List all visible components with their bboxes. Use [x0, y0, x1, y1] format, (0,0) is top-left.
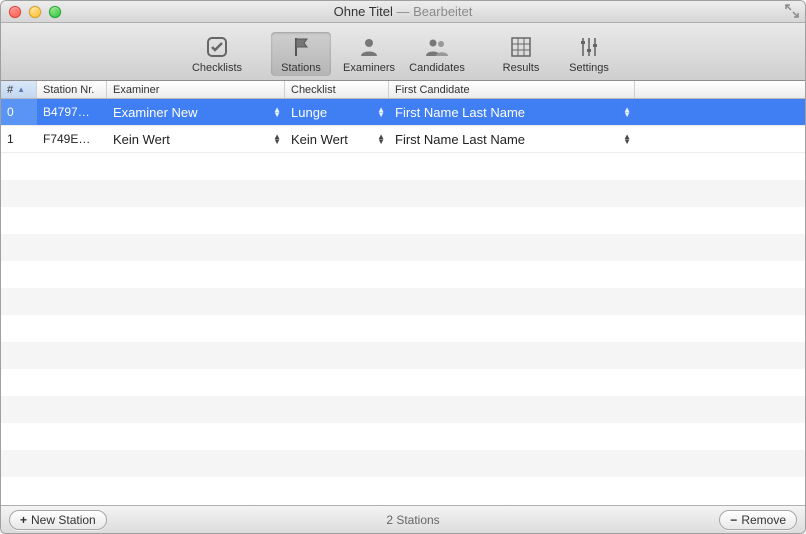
zoom-window-button[interactable]	[49, 6, 61, 18]
checklist-icon	[203, 34, 231, 60]
cell-first-candidate[interactable]: First Name Last Name ▲▼	[389, 99, 635, 125]
cell-checklist[interactable]: Kein Wert ▲▼	[285, 126, 389, 152]
empty-row	[1, 315, 805, 342]
col-header-station-nr[interactable]: Station Nr.	[37, 81, 107, 98]
empty-row	[1, 369, 805, 396]
empty-row	[1, 153, 805, 180]
empty-row	[1, 180, 805, 207]
flag-icon	[287, 34, 315, 60]
window-subtitle: — Bearbeitet	[397, 4, 473, 19]
col-header-number[interactable]: # ▲	[1, 81, 37, 98]
people-icon	[423, 34, 451, 60]
empty-row	[1, 288, 805, 315]
table-body[interactable]: 0 B4797… Examiner New ▲▼ Lunge ▲▼ First …	[1, 99, 805, 505]
cell-checklist-value: Kein Wert	[291, 132, 348, 147]
empty-row	[1, 234, 805, 261]
cell-examiner[interactable]: Kein Wert ▲▼	[107, 126, 285, 152]
table-header: # ▲ Station Nr. Examiner Checklist First…	[1, 81, 805, 99]
empty-row	[1, 396, 805, 423]
grid-icon	[507, 34, 535, 60]
empty-row	[1, 423, 805, 450]
cell-station-nr: F749E…	[37, 126, 107, 152]
cell-spacer	[635, 126, 805, 152]
cell-checklist[interactable]: Lunge ▲▼	[285, 99, 389, 125]
cell-first-candidate-value: First Name Last Name	[395, 105, 525, 120]
table-row[interactable]: 1 F749E… Kein Wert ▲▼ Kein Wert ▲▼ First…	[1, 126, 805, 153]
col-header-checklist[interactable]: Checklist	[285, 81, 389, 98]
col-header-number-label: #	[7, 84, 13, 96]
cell-checklist-value: Lunge	[291, 105, 327, 120]
toolbar-settings-label: Settings	[569, 62, 609, 74]
cell-examiner[interactable]: Examiner New ▲▼	[107, 99, 285, 125]
window-title-text: Ohne Titel	[334, 4, 393, 19]
bottom-bar: + New Station 2 Stations − Remove	[1, 505, 805, 533]
cell-first-candidate[interactable]: First Name Last Name ▲▼	[389, 126, 635, 152]
traffic-lights	[1, 6, 61, 18]
toolbar-stations-label: Stations	[281, 62, 321, 74]
new-station-label: New Station	[31, 513, 96, 527]
toolbar-group-main: Checklists	[187, 32, 247, 76]
sort-ascending-icon: ▲	[17, 85, 25, 94]
toolbar-candidates[interactable]: Candidates	[407, 32, 467, 76]
col-header-examiner[interactable]: Examiner	[107, 81, 285, 98]
cell-station-nr: B4797…	[37, 99, 107, 125]
empty-row	[1, 261, 805, 288]
toolbar: Checklists Stations Examiners Candid	[1, 23, 805, 81]
toolbar-checklists-label: Checklists	[192, 62, 242, 74]
cell-spacer	[635, 99, 805, 125]
toolbar-group-settings: Results Settings	[491, 32, 619, 76]
toolbar-group-entities: Stations Examiners Candidates	[271, 32, 467, 76]
stepper-icon[interactable]: ▲▼	[377, 107, 385, 117]
stepper-icon[interactable]: ▲▼	[623, 134, 631, 144]
col-header-first-candidate-label: First Candidate	[395, 84, 470, 96]
toolbar-stations[interactable]: Stations	[271, 32, 331, 76]
toolbar-examiners[interactable]: Examiners	[339, 32, 399, 76]
table-row[interactable]: 0 B4797… Examiner New ▲▼ Lunge ▲▼ First …	[1, 99, 805, 126]
minus-icon: −	[730, 513, 737, 527]
stepper-icon[interactable]: ▲▼	[273, 134, 281, 144]
window-title: Ohne Titel — Bearbeitet	[1, 4, 805, 19]
plus-icon: +	[20, 513, 27, 527]
toolbar-results[interactable]: Results	[491, 32, 551, 76]
toolbar-settings[interactable]: Settings	[559, 32, 619, 76]
cell-examiner-value: Kein Wert	[113, 132, 170, 147]
remove-button[interactable]: − Remove	[719, 510, 797, 530]
app-window: Ohne Titel — Bearbeitet Checklists Stati…	[0, 0, 806, 534]
empty-row	[1, 450, 805, 477]
close-window-button[interactable]	[9, 6, 21, 18]
empty-row	[1, 342, 805, 369]
toolbar-results-label: Results	[503, 62, 540, 74]
col-header-examiner-label: Examiner	[113, 84, 159, 96]
sliders-icon	[575, 34, 603, 60]
fullscreen-icon[interactable]	[785, 4, 799, 18]
empty-row	[1, 207, 805, 234]
stepper-icon[interactable]: ▲▼	[377, 134, 385, 144]
cell-examiner-value: Examiner New	[113, 105, 198, 120]
col-header-station-nr-label: Station Nr.	[43, 84, 94, 96]
cell-number: 0	[1, 99, 37, 125]
col-header-spacer	[635, 81, 805, 98]
col-header-first-candidate[interactable]: First Candidate	[389, 81, 635, 98]
window-subtitle-text: Bearbeitet	[413, 4, 472, 19]
empty-row	[1, 477, 805, 504]
stepper-icon[interactable]: ▲▼	[623, 107, 631, 117]
cell-first-candidate-value: First Name Last Name	[395, 132, 525, 147]
status-text: 2 Stations	[107, 513, 720, 527]
toolbar-candidates-label: Candidates	[409, 62, 465, 74]
stepper-icon[interactable]: ▲▼	[273, 107, 281, 117]
person-icon	[355, 34, 383, 60]
col-header-checklist-label: Checklist	[291, 84, 336, 96]
title-bar: Ohne Titel — Bearbeitet	[1, 1, 805, 23]
new-station-button[interactable]: + New Station	[9, 510, 107, 530]
minimize-window-button[interactable]	[29, 6, 41, 18]
toolbar-checklists[interactable]: Checklists	[187, 32, 247, 76]
cell-number: 1	[1, 126, 37, 152]
remove-label: Remove	[741, 513, 786, 527]
toolbar-examiners-label: Examiners	[343, 62, 395, 74]
